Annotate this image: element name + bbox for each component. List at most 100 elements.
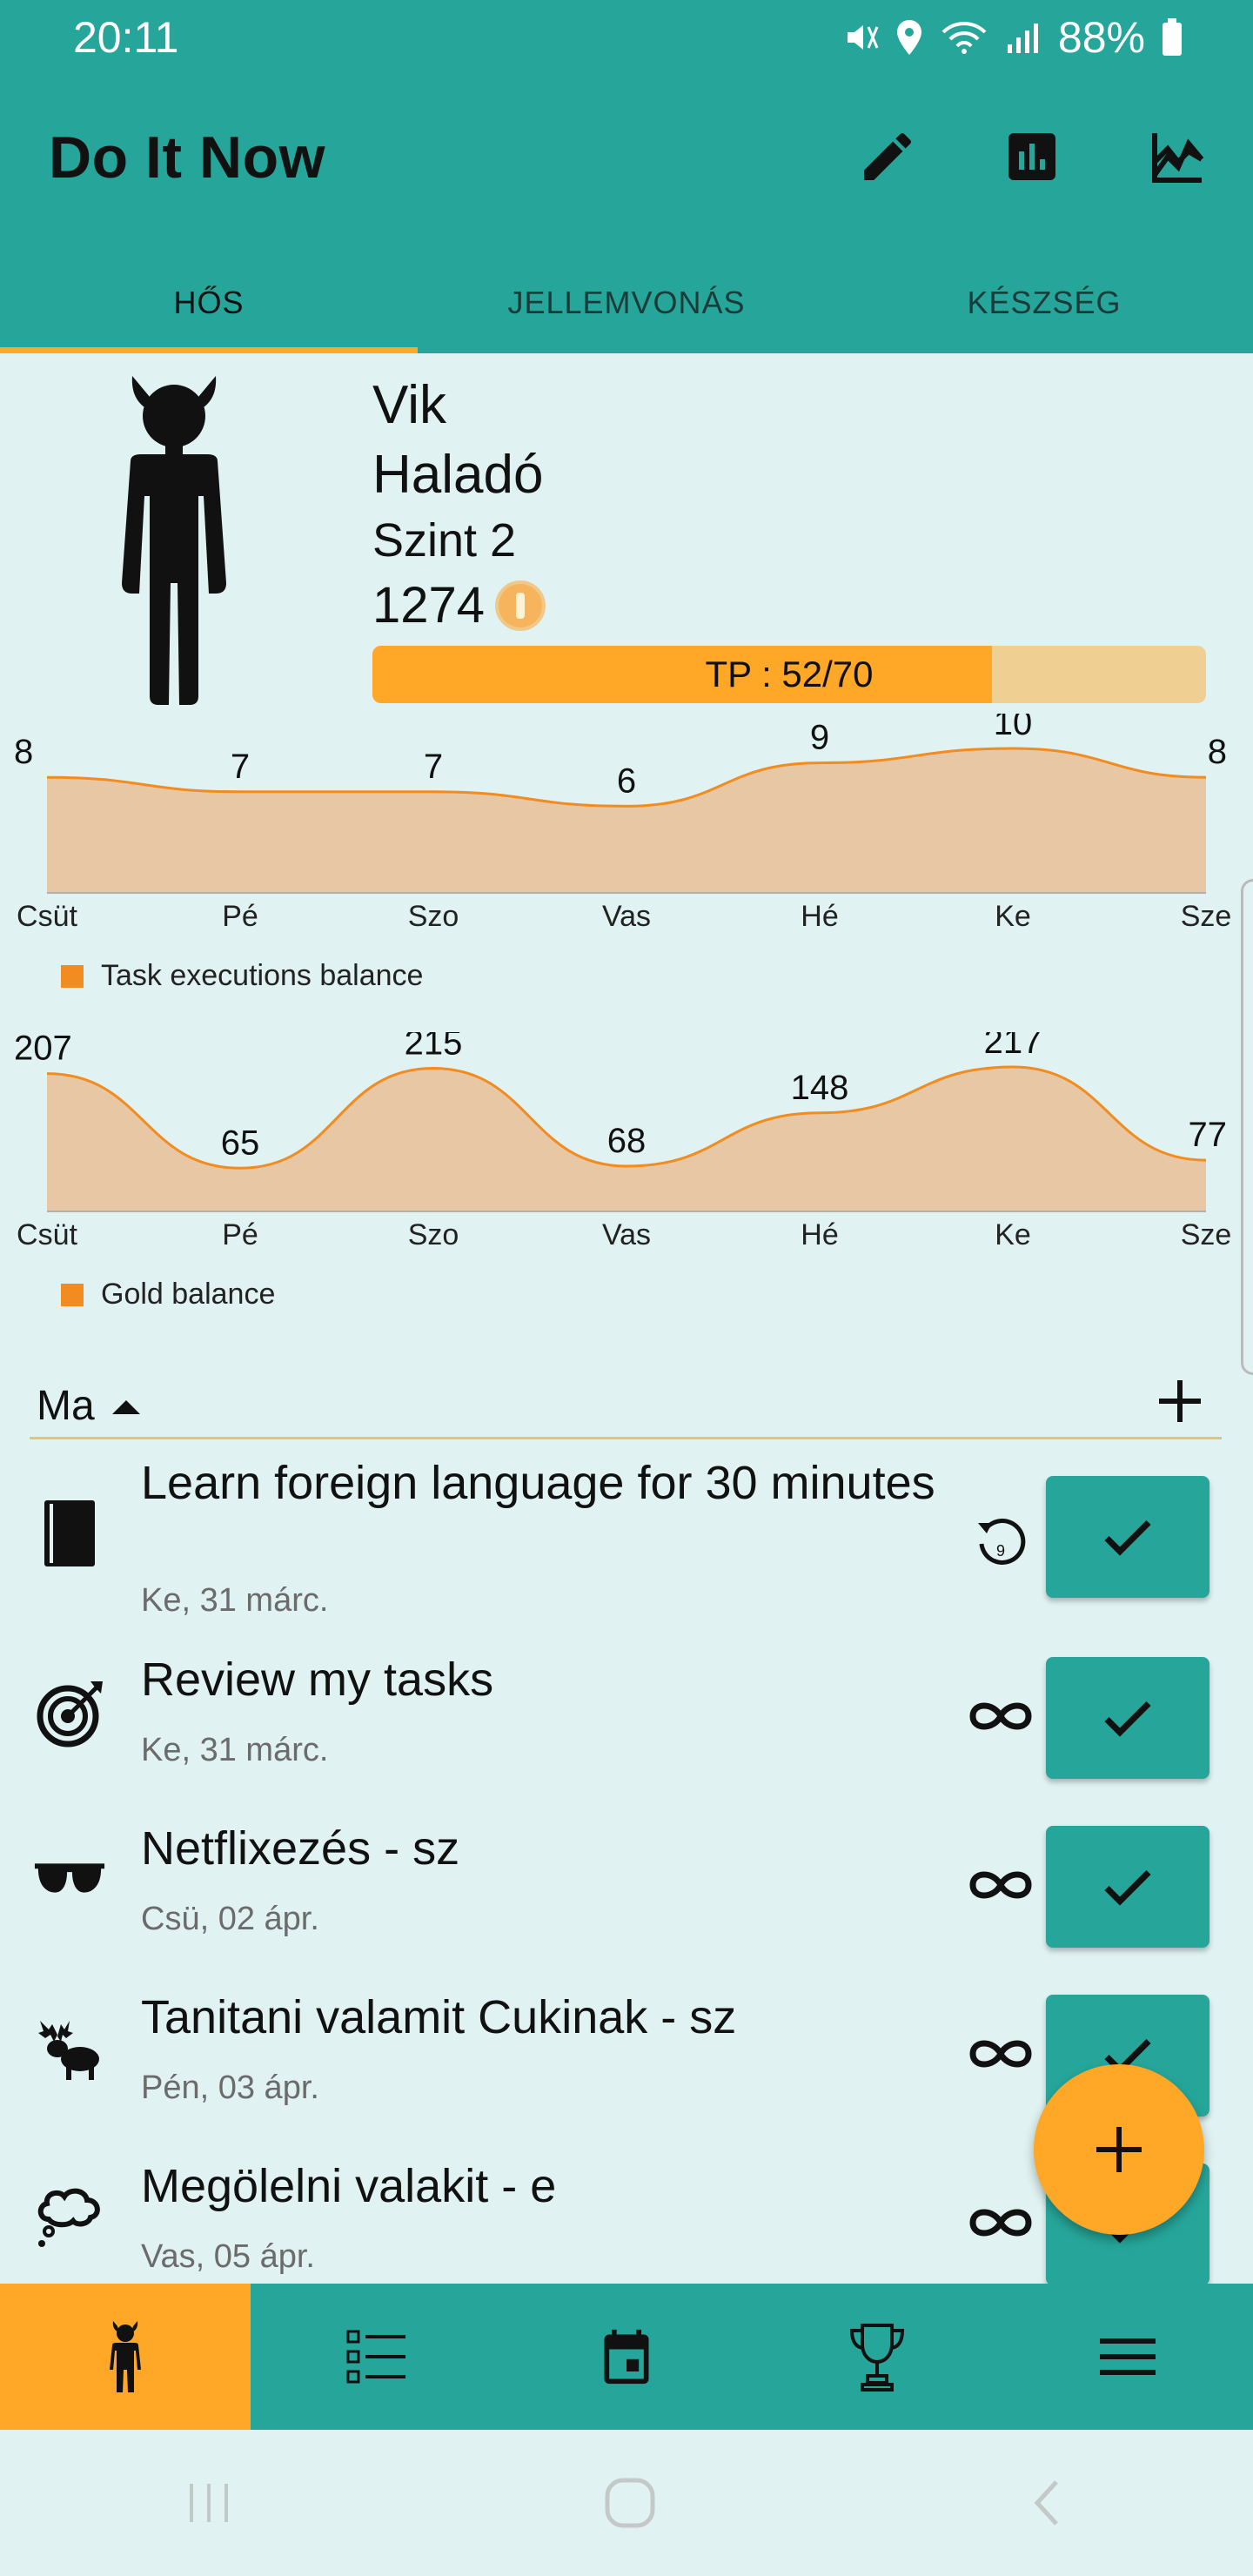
data-label: 207 bbox=[14, 1032, 72, 1068]
list-icon bbox=[346, 2330, 405, 2384]
x-tick-label: Hé bbox=[801, 900, 838, 933]
task-list-header: Ma bbox=[30, 1366, 1222, 1439]
book-icon bbox=[33, 1497, 106, 1570]
data-label: 77 bbox=[1189, 1116, 1228, 1154]
complete-task-button[interactable] bbox=[1046, 1476, 1209, 1598]
hero-icon bbox=[110, 2321, 141, 2392]
calendar-icon bbox=[604, 2329, 649, 2385]
hero-name: Vik bbox=[372, 375, 447, 435]
chart-legend: Task executions balance bbox=[61, 959, 423, 993]
sunglasses-icon bbox=[33, 1841, 106, 1915]
status-icons: 88% bbox=[844, 12, 1183, 63]
date-filter[interactable]: Ma bbox=[37, 1382, 142, 1430]
task-title: Netflixezés - sz bbox=[141, 1822, 460, 1875]
data-label: 8 bbox=[14, 733, 33, 771]
gold-balance-chart: 207 65 215 68 148 217 77 Csüt Pé Szo Vas Hé Ke Sze Go… bbox=[0, 1032, 1253, 1316]
legend-label: Task executions balance bbox=[101, 959, 424, 992]
infinity-icon bbox=[964, 1848, 1037, 1922]
gold-amount: 1274 bbox=[372, 577, 486, 634]
data-label: 10 bbox=[994, 714, 1033, 742]
x-tick-label: Vas bbox=[602, 1218, 651, 1251]
nav-calendar[interactable] bbox=[501, 2284, 752, 2430]
wifi-icon bbox=[941, 22, 987, 54]
tab-bar: HŐS JELLEMVONÁS KÉSZSÉG bbox=[0, 252, 1253, 353]
task-date: Vas, 05 ápr. bbox=[141, 2238, 315, 2275]
nav-hero[interactable] bbox=[0, 2284, 251, 2430]
task-date: Pén, 03 ápr. bbox=[141, 2070, 319, 2106]
task-title: Megölelni valakit - e bbox=[141, 2160, 557, 2212]
task-item[interactable]: Review my tasks Ke, 31 márc. bbox=[0, 1636, 1253, 1784]
check-icon bbox=[1104, 1701, 1151, 1737]
infinity-icon bbox=[964, 2017, 1037, 2090]
trophy-icon bbox=[849, 2324, 905, 2392]
add-task-icon[interactable] bbox=[1154, 1375, 1206, 1427]
x-tick-label: Szo bbox=[408, 1218, 459, 1251]
data-label: 65 bbox=[221, 1124, 260, 1162]
tab-skills[interactable]: KÉSZSÉG bbox=[835, 252, 1253, 353]
back-icon[interactable] bbox=[1027, 2477, 1069, 2529]
infinity-icon bbox=[964, 1680, 1037, 1753]
tab-traits[interactable]: JELLEMVONÁS bbox=[418, 252, 835, 353]
x-tick-label: Ke bbox=[995, 900, 1031, 933]
data-label: 217 bbox=[984, 1032, 1042, 1061]
edit-button[interactable] bbox=[853, 122, 922, 191]
chart-legend: Gold balance bbox=[61, 1278, 275, 1311]
task-executions-chart: 8 7 7 6 9 10 8 Csüt Pé Szo Vas Hé Ke Sze Task executi… bbox=[0, 714, 1253, 992]
complete-task-button[interactable] bbox=[1046, 1826, 1209, 1948]
coin-icon bbox=[495, 580, 546, 631]
x-tick-label: Sze bbox=[1181, 900, 1232, 933]
data-label: 68 bbox=[607, 1122, 647, 1160]
gold-balance-plot: 207 65 215 68 148 217 77 Csüt Pé Szo Vas Hé Ke Sze bbox=[14, 1032, 1232, 1251]
plus-icon bbox=[1096, 2127, 1142, 2172]
hero-info: Vik Haladó Szint 2 1274 bbox=[372, 374, 546, 634]
app-bar: Do It Now bbox=[0, 78, 1253, 252]
add-fab-button[interactable] bbox=[1034, 2064, 1204, 2235]
edge-panel-handle[interactable] bbox=[1241, 879, 1253, 1375]
bar-chart-button[interactable] bbox=[997, 122, 1067, 191]
line-chart-button[interactable] bbox=[1143, 122, 1213, 191]
status-bar: 20:11 88% bbox=[0, 0, 1253, 78]
mute-icon bbox=[847, 25, 879, 50]
line-chart-icon bbox=[1152, 133, 1204, 183]
x-tick-label: Pé bbox=[222, 1218, 258, 1251]
task-date: Csü, 02 ápr. bbox=[141, 1901, 319, 1937]
sort-up-icon bbox=[111, 1399, 140, 1414]
recent-apps-icon[interactable] bbox=[184, 2477, 233, 2529]
edit-icon bbox=[864, 132, 912, 180]
task-date: Ke, 31 márc. bbox=[141, 1582, 329, 1619]
battery-icon bbox=[1163, 18, 1182, 56]
data-label: 148 bbox=[791, 1069, 849, 1107]
location-icon bbox=[896, 20, 921, 55]
nav-menu[interactable] bbox=[1002, 2284, 1253, 2430]
task-item[interactable]: Learn foreign language for 30 minutes Ke… bbox=[0, 1445, 1253, 1619]
system-navigation bbox=[0, 2430, 1253, 2576]
x-tick-label: Hé bbox=[801, 1218, 838, 1251]
bar-chart-icon bbox=[1008, 133, 1055, 180]
hero-gold: 1274 bbox=[372, 576, 546, 634]
task-title: Review my tasks bbox=[141, 1654, 494, 1706]
data-label: 6 bbox=[617, 761, 636, 800]
data-label: 215 bbox=[405, 1032, 463, 1063]
nav-tasks[interactable] bbox=[251, 2284, 501, 2430]
x-tick-label: Csüt bbox=[17, 900, 77, 933]
legend-swatch bbox=[61, 964, 84, 988]
task-title: Learn foreign language for 30 minutes bbox=[141, 1457, 935, 1509]
complete-task-button[interactable] bbox=[1046, 1657, 1209, 1779]
tab-hero[interactable]: HŐS bbox=[0, 252, 418, 353]
svg-text:9: 9 bbox=[996, 1542, 1005, 1560]
thought-cloud-icon bbox=[33, 2181, 106, 2254]
task-title: Tanitani valamit Cukinak - sz bbox=[141, 1991, 737, 2043]
bottom-navigation bbox=[0, 2284, 1253, 2430]
x-tick-label: Sze bbox=[1181, 1218, 1232, 1251]
task-item[interactable]: Netflixezés - sz Csü, 02 ápr. bbox=[0, 1805, 1253, 1953]
status-time: 20:11 bbox=[73, 13, 179, 62]
home-icon[interactable] bbox=[602, 2475, 658, 2531]
nav-achievements[interactable] bbox=[752, 2284, 1002, 2430]
menu-icon bbox=[1100, 2338, 1156, 2375]
legend-label: Gold balance bbox=[101, 1278, 276, 1311]
check-icon bbox=[1104, 1869, 1151, 1906]
hero-avatar bbox=[122, 376, 226, 705]
data-label: 9 bbox=[810, 719, 829, 757]
x-tick-label: Vas bbox=[602, 900, 651, 933]
task-date: Ke, 31 márc. bbox=[141, 1732, 329, 1768]
